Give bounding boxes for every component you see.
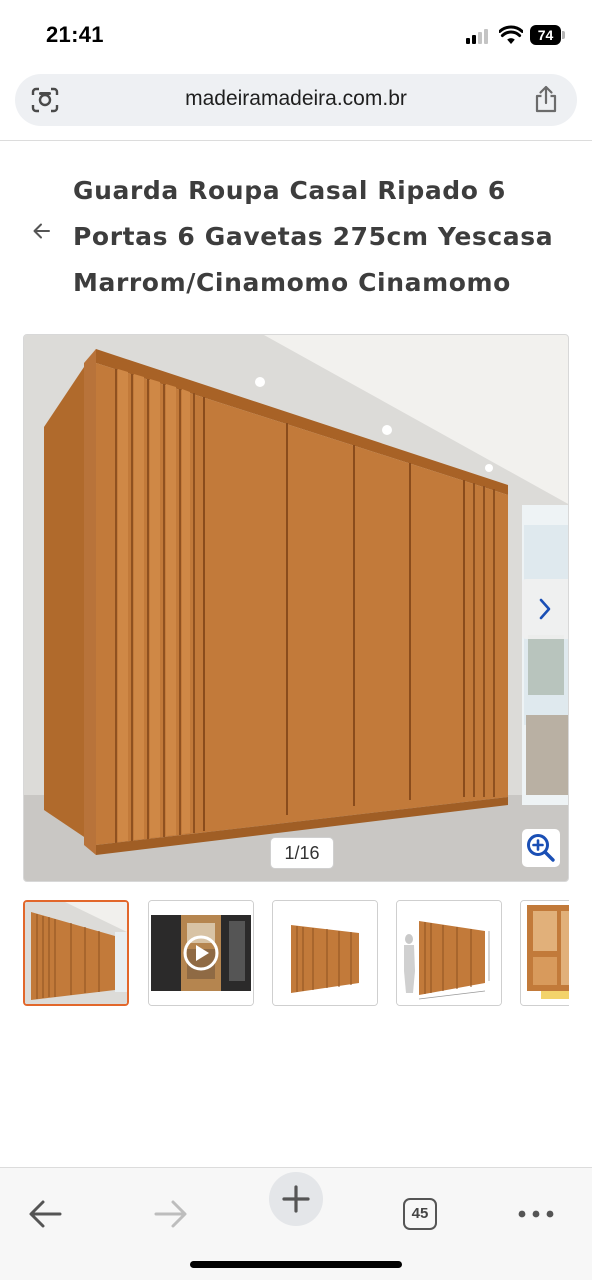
more-button[interactable] xyxy=(514,1182,558,1238)
next-image-button[interactable] xyxy=(522,579,568,639)
tabs-button[interactable]: 45 xyxy=(400,1182,440,1238)
arrow-left-icon[interactable] xyxy=(32,220,52,242)
back-button[interactable] xyxy=(22,1182,68,1238)
new-tab-icon xyxy=(282,1185,310,1213)
wardrobe-photo xyxy=(24,335,568,881)
image-counter: 1/16 xyxy=(270,837,334,869)
forward-icon xyxy=(154,1200,187,1228)
battery-icon: 74 xyxy=(530,25,566,45)
thumbnail-1[interactable] xyxy=(23,900,129,1006)
address-bar[interactable]: madeiramadeira.com.br xyxy=(15,74,577,126)
forward-button[interactable] xyxy=(148,1182,194,1238)
wifi-icon xyxy=(499,25,523,44)
thumbnail-2-video[interactable] xyxy=(148,900,254,1006)
new-tab-button[interactable] xyxy=(269,1172,323,1226)
home-indicator xyxy=(190,1261,402,1268)
more-icon xyxy=(518,1210,554,1218)
google-lens-icon[interactable] xyxy=(31,87,59,113)
zoom-button[interactable] xyxy=(522,829,560,867)
chevron-right-icon xyxy=(539,598,551,620)
battery-level: 74 xyxy=(530,25,561,45)
product-main-image[interactable]: 1/16 xyxy=(23,334,569,882)
status-bar: 21:41 74 xyxy=(0,0,592,70)
cellular-signal-icon xyxy=(466,28,492,44)
thumbnail-5[interactable] xyxy=(520,900,569,1006)
divider xyxy=(0,140,592,141)
back-icon xyxy=(29,1200,62,1228)
product-title: Guarda Roupa Casal Ripado 6 Portas 6 Gav… xyxy=(73,176,554,297)
tab-count: 45 xyxy=(403,1198,437,1230)
thumbnail-4-dimensions[interactable] xyxy=(396,900,502,1006)
status-time: 21:41 xyxy=(46,22,104,47)
share-icon[interactable] xyxy=(533,84,559,114)
zoom-in-icon xyxy=(527,834,555,862)
thumbnail-3[interactable] xyxy=(272,900,378,1006)
url-text[interactable]: madeiramadeira.com.br xyxy=(75,87,517,111)
thumbnail-strip[interactable] xyxy=(23,900,569,1008)
